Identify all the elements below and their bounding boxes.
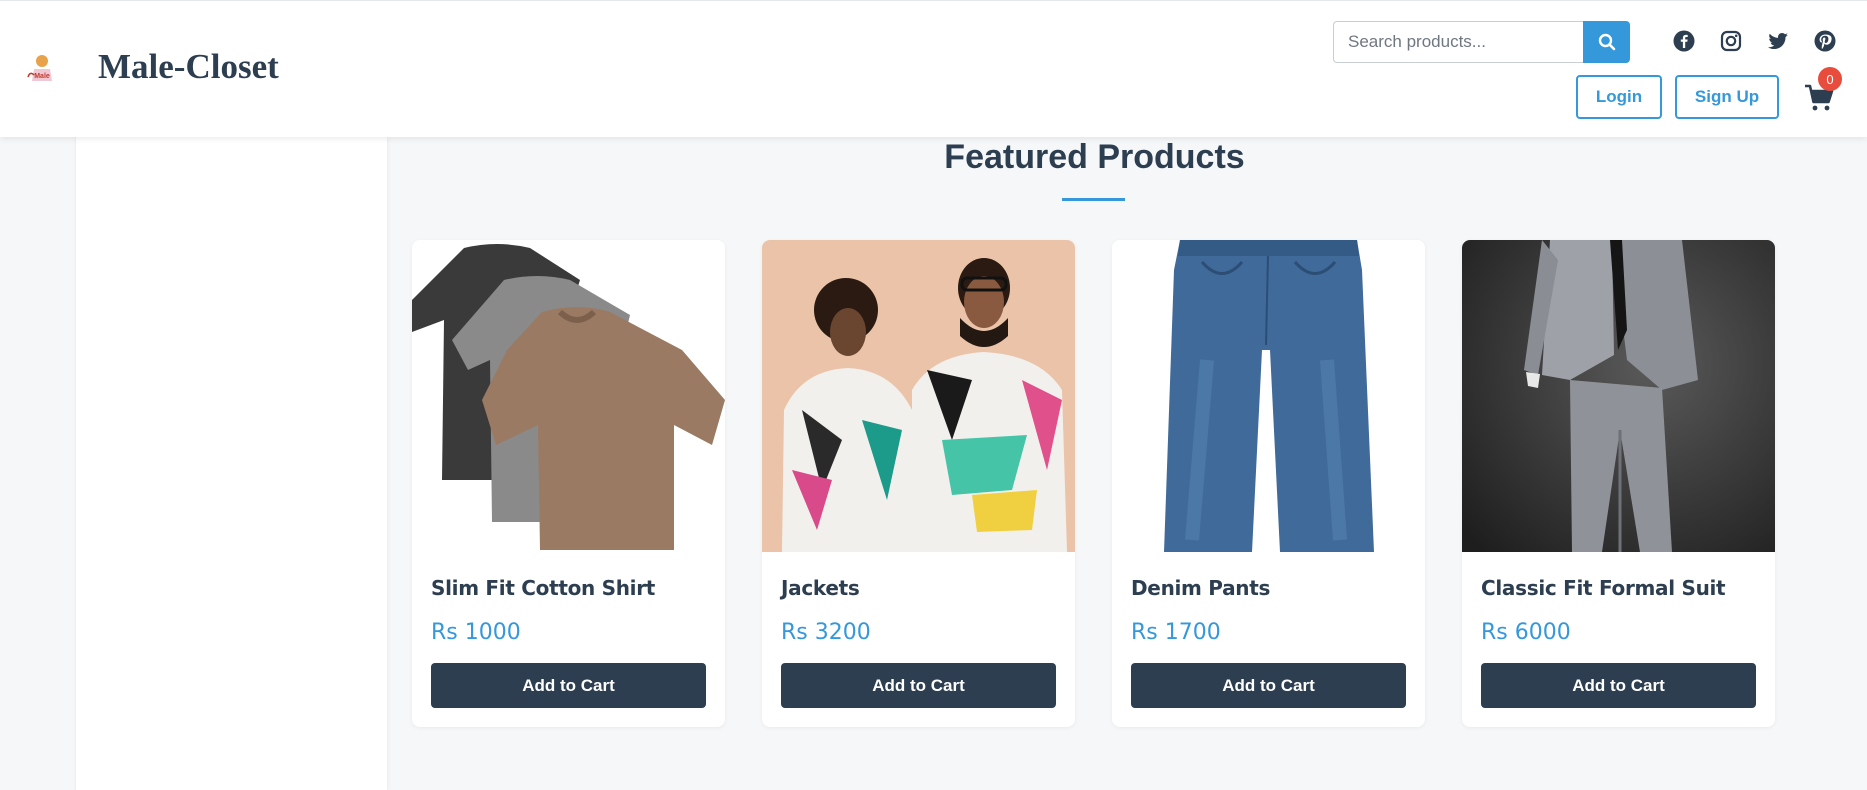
logo[interactable]: Male	[22, 47, 62, 87]
product-card: Jackets Rs 3200 Add to Cart	[762, 240, 1075, 727]
product-card: Denim Pants Rs 1700 Add to Cart	[1112, 240, 1425, 727]
denim-pants-image[interactable]	[1112, 240, 1425, 552]
add-to-cart-button[interactable]: Add to Cart	[1481, 663, 1756, 708]
cart-count-badge: 0	[1818, 67, 1842, 91]
product-price: Rs 3200	[781, 620, 871, 645]
pinterest-icon[interactable]	[1813, 29, 1837, 53]
twitter-icon[interactable]	[1766, 29, 1790, 53]
search-input[interactable]	[1333, 21, 1583, 63]
facebook-icon[interactable]	[1672, 29, 1696, 53]
product-price: Rs 6000	[1481, 620, 1571, 645]
add-to-cart-button[interactable]: Add to Cart	[431, 663, 706, 708]
brand-name[interactable]: Male-Closet	[98, 47, 279, 87]
search-button[interactable]	[1583, 21, 1630, 63]
signup-button[interactable]: Sign Up	[1675, 75, 1779, 119]
instagram-icon[interactable]	[1719, 29, 1743, 53]
search-icon	[1598, 33, 1615, 51]
title-underline	[1062, 198, 1125, 201]
social-links	[1672, 29, 1837, 53]
t-shirts-image[interactable]	[412, 240, 725, 552]
search-bar	[1333, 21, 1630, 63]
product-name[interactable]: Jackets	[781, 576, 860, 600]
product-name[interactable]: Slim Fit Cotton Shirt	[431, 576, 655, 600]
product-name[interactable]: Denim Pants	[1131, 576, 1270, 600]
logo-icon: Male	[27, 55, 52, 81]
add-to-cart-button[interactable]: Add to Cart	[1131, 663, 1406, 708]
page: Male Male-Closet Search products... Logi…	[0, 0, 1867, 790]
auth-buttons: Login Sign Up	[1576, 75, 1779, 119]
site-header: Male Male-Closet Search products... Logi…	[0, 0, 1867, 137]
section-title: Featured Products	[944, 138, 1245, 176]
jackets-image[interactable]	[762, 240, 1075, 552]
product-card: Slim Fit Cotton Shirt Rs 1000 Add to Car…	[412, 240, 725, 727]
product-price: Rs 1700	[1131, 620, 1221, 645]
login-button[interactable]: Login	[1576, 75, 1662, 119]
product-card: Classic Fit Formal Suit Rs 6000 Add to C…	[1462, 240, 1775, 727]
add-to-cart-button[interactable]: Add to Cart	[781, 663, 1056, 708]
logo-text: Male	[34, 73, 50, 80]
product-grid: Slim Fit Cotton Shirt Rs 1000 Add to Car…	[412, 240, 1775, 727]
product-price: Rs 1000	[431, 620, 521, 645]
formal-suit-image[interactable]	[1462, 240, 1775, 552]
product-name[interactable]: Classic Fit Formal Suit	[1481, 576, 1726, 600]
sidebar	[75, 137, 387, 790]
